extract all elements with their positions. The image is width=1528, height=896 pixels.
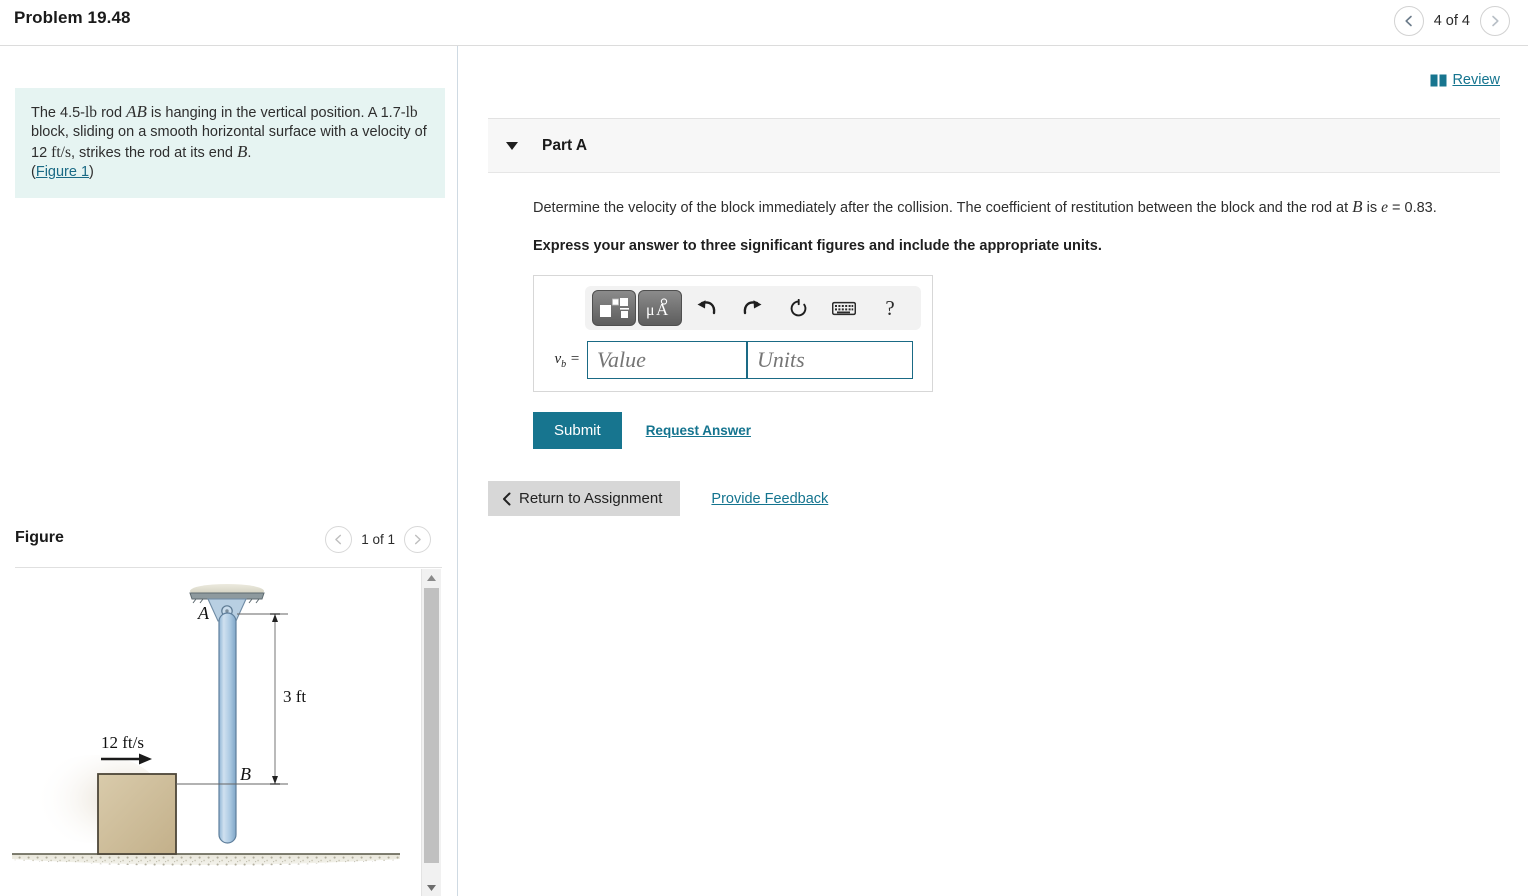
question-text-1: Determine the velocity of the block imme… (533, 200, 1353, 216)
part-a-section: Part A Determine the velocity of the blo… (488, 118, 1500, 449)
submit-row: Submit Request Answer (533, 412, 1500, 449)
figure-viewport: 12 ft/s 3 ft A B (0, 569, 421, 896)
problem-next-button[interactable] (1480, 6, 1510, 36)
ceiling-plate (189, 592, 265, 600)
review-label: Review (1452, 72, 1500, 88)
question-mark-icon: ? (885, 295, 895, 320)
svg-text:μ: μ (646, 302, 655, 319)
part-a-header[interactable]: Part A (488, 119, 1500, 173)
figure-pager-label: 1 of 1 (361, 532, 395, 547)
label-b: B (240, 764, 251, 784)
part-a-label: Part A (542, 136, 588, 154)
answer-toolbar: μ A ? (585, 286, 921, 330)
reset-button[interactable] (776, 290, 820, 326)
units-button[interactable]: μ A (638, 290, 682, 326)
pivot-center (225, 609, 229, 613)
statement-text-5: , strikes the rod at its end (70, 145, 238, 161)
request-answer-link[interactable]: Request Answer (646, 423, 751, 438)
return-to-assignment-label: Return to Assignment (519, 490, 663, 507)
answer-row: vb = (544, 341, 922, 379)
scroll-up-arrow-icon (427, 574, 436, 581)
page-title: Problem 19.48 (14, 8, 131, 27)
question-text: Determine the velocity of the block imme… (533, 197, 1500, 218)
statement-text-6: . (247, 145, 252, 161)
book-icon (1430, 74, 1447, 86)
statement-unit-fts: ft/s (51, 144, 71, 161)
figure-pager: 1 of 1 (325, 526, 431, 553)
statement-unit-lb-1: lb (85, 104, 98, 121)
question-var-b: B (1352, 197, 1363, 216)
undo-button[interactable] (684, 290, 728, 326)
review-link[interactable]: Review (1430, 72, 1500, 88)
scrollbar-thumb[interactable] (424, 588, 439, 863)
caret-down-icon[interactable] (506, 141, 518, 150)
redo-arrow-icon (743, 300, 761, 315)
figure-1-link[interactable]: Figure 1 (36, 164, 89, 180)
statement-var-b: B (237, 142, 248, 161)
answer-entry-box: μ A ? vb = Value Units (533, 275, 933, 392)
help-button[interactable]: ? (868, 290, 912, 326)
redo-button[interactable] (730, 290, 774, 326)
problem-prev-button[interactable] (1393, 6, 1424, 36)
chevron-right-icon (414, 534, 421, 545)
problem-pager-label: 4 of 4 (1433, 13, 1470, 29)
right-panel: Review Part A Determine the velocity of … (459, 46, 1528, 896)
dim-arrow-bottom (272, 776, 278, 784)
scroll-down-arrow-icon (427, 884, 436, 891)
velocity-label: 12 ft/s (101, 733, 144, 752)
answer-equals: = (569, 350, 580, 367)
math-template-icon (600, 298, 629, 318)
submit-button[interactable]: Submit (533, 412, 622, 449)
svg-text:A: A (656, 300, 669, 319)
chevron-left-icon (503, 492, 511, 505)
keyboard-icon (832, 301, 856, 315)
block (97, 773, 177, 855)
figure-scrollbar[interactable] (421, 569, 441, 896)
figure-prev-button[interactable] (325, 526, 353, 553)
undo-arrow-icon (697, 300, 715, 315)
answer-units-input[interactable] (747, 341, 913, 379)
left-panel: The 4.5-lb rod AB is hanging in the vert… (0, 46, 458, 896)
part-a-body: Determine the velocity of the block imme… (488, 173, 1500, 449)
chevron-right-icon (1492, 15, 1499, 27)
keyboard-button[interactable] (822, 290, 866, 326)
statement-var-ab: AB (126, 102, 147, 121)
instruction-text: Express your answer to three significant… (533, 238, 1102, 254)
figure-next-button[interactable] (404, 526, 431, 553)
answer-var-sub: b (561, 358, 567, 370)
math-template-button[interactable] (592, 290, 636, 326)
figure-diagram: 12 ft/s 3 ft A B (12, 584, 400, 866)
chevron-left-icon (335, 534, 342, 545)
provide-feedback-link[interactable]: Provide Feedback (711, 491, 828, 507)
top-header: Problem 19.48 4 of 4 (0, 0, 1528, 46)
problem-pager: 4 of 4 (1393, 6, 1510, 36)
dim-arrow-top (272, 614, 278, 622)
question-var-e: e (1381, 199, 1388, 216)
reset-circle-icon (790, 298, 806, 316)
chevron-left-icon (1405, 15, 1412, 27)
ground-speckle (12, 856, 400, 866)
statement-paren-close: ) (89, 164, 94, 180)
rod-ab (218, 612, 237, 844)
statement-text-1: The 4.5- (31, 105, 85, 121)
return-to-assignment-button[interactable]: Return to Assignment (488, 481, 681, 516)
statement-unit-lb-2: lb (405, 104, 418, 121)
problem-statement: The 4.5-lb rod AB is hanging in the vert… (15, 88, 445, 198)
statement-text-3: is hanging in the vertical position. A 1… (146, 105, 406, 121)
answer-value-input[interactable] (587, 341, 747, 379)
footer-actions: Return to Assignment Provide Feedback (488, 481, 828, 516)
dimension-label: 3 ft (283, 687, 306, 706)
statement-text-2: rod (97, 105, 127, 121)
figure-header: Figure 1 of 1 (0, 518, 457, 571)
figure-divider (15, 567, 442, 568)
scroll-up-button[interactable] (422, 569, 441, 586)
label-a: A (197, 603, 210, 623)
question-text-2: is (1362, 200, 1382, 216)
micro-angstrom-units-icon: μ A (646, 298, 669, 319)
scroll-down-button[interactable] (422, 879, 441, 896)
question-text-3: = 0.83. (1387, 200, 1437, 216)
figure-title: Figure (15, 529, 64, 546)
answer-variable-label: vb = (544, 351, 580, 370)
